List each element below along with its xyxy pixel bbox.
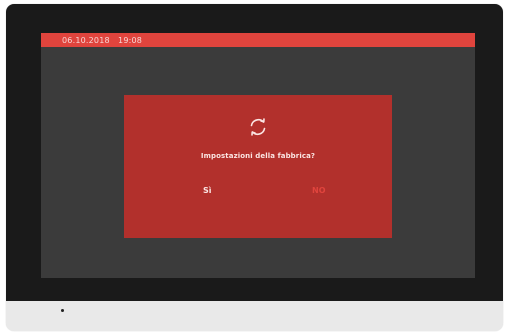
factory-reset-dialog: Impostazioni della fabbrica? Sì NO [124,95,392,238]
indicator-led [61,309,64,312]
status-time: 19:08 [118,35,143,45]
no-button[interactable]: NO [310,184,328,198]
monitor-chin [6,301,503,331]
intercom-monitor: 06.10.2018 19:08 Impostazioni della fabb… [6,4,503,331]
refresh-icon [250,118,266,136]
display-screen: 06.10.2018 19:08 Impostazioni della fabb… [41,33,475,278]
status-bar: 06.10.2018 19:08 [41,33,475,47]
status-date: 06.10.2018 [62,35,110,45]
monitor-bezel: 06.10.2018 19:08 Impostazioni della fabb… [6,4,503,301]
dialog-message: Impostazioni della fabbrica? [200,152,316,160]
yes-button[interactable]: Sì [201,184,214,198]
